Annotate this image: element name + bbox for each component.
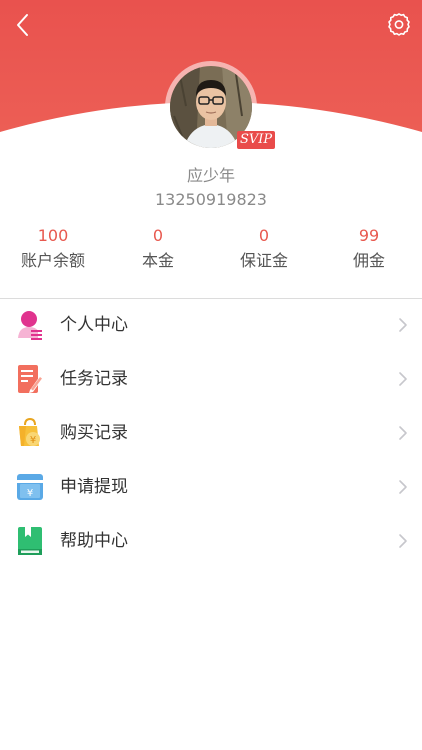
- chevron-right-icon: [399, 426, 407, 440]
- withdraw-card-icon: ¥: [17, 474, 43, 500]
- stat-label: 佣金: [352, 251, 385, 270]
- chevron-right-icon: [399, 372, 407, 386]
- stat-value: 100: [37, 226, 69, 245]
- menu-item-personal-center[interactable]: 个人中心: [0, 299, 422, 353]
- menu-item-withdraw[interactable]: ¥ 申请提现: [0, 461, 422, 515]
- stat-value: 0: [152, 226, 164, 245]
- menu-item-purchase-record[interactable]: ¥ 购买记录: [0, 407, 422, 461]
- back-button[interactable]: [8, 10, 38, 40]
- stat-balance[interactable]: 100 账户余额: [3, 226, 103, 273]
- menu-item-label: 任务记录: [60, 369, 128, 389]
- stat-value: 99: [358, 226, 380, 245]
- gear-icon: [388, 13, 410, 36]
- svg-text:¥: ¥: [27, 488, 33, 499]
- stat-label: 本金: [141, 251, 174, 270]
- stat-principal[interactable]: 0 本金: [108, 226, 208, 273]
- user-name: 应少年: [186, 166, 235, 185]
- stat-label: 账户余额: [20, 251, 85, 270]
- account-stats: 100 账户余额 0 本金 0 保证金 99 佣金: [0, 226, 422, 276]
- chevron-right-icon: [399, 318, 407, 332]
- menu-item-label: 购买记录: [60, 423, 128, 443]
- chevron-left-icon: [17, 14, 28, 36]
- chevron-right-icon: [399, 534, 407, 548]
- menu-list: 个人中心 任务记录 ¥ 购买记录 ¥ 申请提现 帮助中心: [0, 299, 422, 569]
- help-book-icon: [18, 527, 42, 555]
- menu-item-task-record[interactable]: 任务记录: [0, 353, 422, 407]
- menu-item-label: 申请提现: [60, 477, 128, 497]
- stat-deposit[interactable]: 0 保证金: [214, 226, 314, 273]
- svg-text:¥: ¥: [30, 435, 36, 446]
- settings-button[interactable]: [384, 10, 414, 40]
- task-record-icon: [18, 365, 43, 393]
- svip-badge: SVIP: [237, 131, 276, 149]
- person-icon: [18, 311, 42, 340]
- menu-item-help-center[interactable]: 帮助中心: [0, 515, 422, 569]
- stat-label: 保证金: [239, 251, 288, 270]
- user-phone: 13250919823: [155, 190, 267, 209]
- shopping-bag-icon: ¥: [19, 418, 40, 446]
- stat-commission[interactable]: 99 佣金: [319, 226, 419, 273]
- stat-value: 0: [258, 226, 270, 245]
- menu-item-label: 个人中心: [60, 315, 128, 335]
- chevron-right-icon: [399, 480, 407, 494]
- menu-item-label: 帮助中心: [60, 531, 128, 551]
